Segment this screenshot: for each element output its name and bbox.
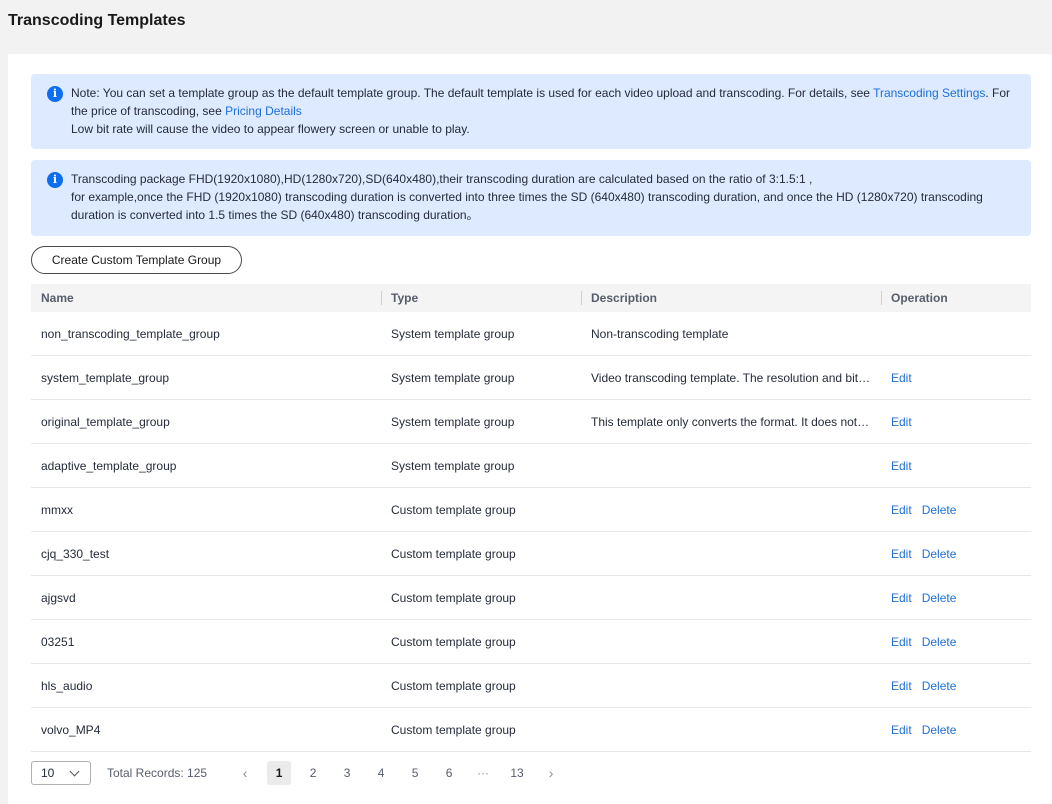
page-button-last[interactable]: 13 — [505, 761, 529, 785]
column-header-description: Description — [581, 284, 881, 312]
next-page-icon[interactable]: › — [539, 761, 563, 785]
cell-operation: Edit Delete — [881, 591, 1031, 605]
pagination: 10 Total Records: 125 ‹ 123456 ··· 13 › — [31, 761, 1031, 785]
table-row: non_transcoding_template_group System tem… — [31, 312, 1031, 356]
edit-link[interactable]: Edit — [891, 547, 912, 561]
cell-name: cjq_330_test — [41, 546, 110, 561]
edit-link[interactable]: Edit — [891, 371, 912, 385]
column-header-name: Name — [41, 291, 74, 305]
page-button-2[interactable]: 2 — [301, 761, 325, 785]
table-header: Name Type Description Operation — [31, 284, 1031, 312]
notice-line-low-bitrate: Low bit rate will cause the video to app… — [71, 122, 470, 136]
cell-type: Custom template group — [391, 722, 516, 737]
page-numbers: 123456 — [267, 761, 471, 785]
delete-link[interactable]: Delete — [922, 679, 957, 693]
transcoding-settings-link[interactable]: Transcoding Settings — [873, 86, 985, 100]
cell-type: System template group — [391, 326, 515, 341]
notice-line-example: for example,once the FHD (1920x1080) tra… — [71, 190, 983, 222]
info-icon: i — [47, 172, 63, 188]
cell-type: Custom template group — [391, 502, 516, 517]
cell-name: system_template_group — [41, 370, 170, 385]
table-body: non_transcoding_template_group System tem… — [31, 312, 1031, 752]
pagination-ellipsis: ··· — [477, 766, 490, 780]
page-size-value: 10 — [41, 766, 55, 780]
column-header-operation: Operation — [881, 284, 1031, 312]
create-custom-template-group-button[interactable]: Create Custom Template Group — [31, 246, 242, 274]
table-row: system_template_group System template gro… — [31, 356, 1031, 400]
edit-link[interactable]: Edit — [891, 635, 912, 649]
notice-text-a: Note: You can set a template group as th… — [71, 86, 874, 100]
table-row: 03251 Custom template group Edit Delete — [31, 620, 1031, 664]
cell-type: Custom template group — [391, 590, 516, 605]
default-template-notice: i Note: You can set a template group as … — [31, 74, 1031, 149]
column-header-type: Type — [381, 284, 581, 312]
notice-line-ratio: Transcoding package FHD(1920x1080),HD(12… — [71, 172, 813, 186]
page-button-3[interactable]: 3 — [335, 761, 359, 785]
table-row: original_template_group System template g… — [31, 400, 1031, 444]
page-list: ‹ 123456 ··· 13 › — [233, 761, 573, 785]
cell-name: 03251 — [41, 634, 75, 649]
page-size-select[interactable]: 10 — [31, 761, 91, 785]
edit-link[interactable]: Edit — [891, 723, 912, 737]
page-button-1[interactable]: 1 — [267, 761, 292, 785]
page-button-5[interactable]: 5 — [403, 761, 427, 785]
table-row: volvo_MP4 Custom template group Edit Delete — [31, 708, 1031, 752]
edit-link[interactable]: Edit — [891, 503, 912, 517]
cell-name: ajgsvd — [41, 590, 76, 605]
cell-name: original_template_group — [41, 414, 170, 429]
delete-link[interactable]: Delete — [922, 723, 957, 737]
cell-name: non_transcoding_template_group — [41, 326, 220, 341]
info-icon: i — [47, 86, 63, 102]
table-row: ajgsvd Custom template group Edit Delete — [31, 576, 1031, 620]
cell-operation: Edit — [881, 415, 1031, 429]
cell-type: Custom template group — [391, 546, 516, 561]
table-row: cjq_330_test Custom template group Edit Del… — [31, 532, 1031, 576]
cell-operation: Edit — [881, 459, 1031, 473]
chevron-down-icon — [69, 766, 80, 777]
template-groups-table: Name Type Description Operation non_tran… — [31, 284, 1031, 752]
edit-link[interactable]: Edit — [891, 459, 912, 473]
cell-name: adaptive_template_group — [41, 458, 177, 473]
page-button-4[interactable]: 4 — [369, 761, 393, 785]
cell-operation: Edit Delete — [881, 723, 1031, 737]
transcoding-package-notice: i Transcoding package FHD(1920x1080),HD(… — [31, 160, 1031, 236]
cell-name: volvo_MP4 — [41, 722, 101, 737]
cell-description: Video transcoding template. The resoluti… — [591, 370, 881, 385]
total-records: Total Records: 125 — [107, 766, 208, 780]
cell-operation: Edit Delete — [881, 679, 1031, 693]
cell-description: This template only converts the format. … — [591, 414, 881, 429]
page-title: Transcoding Templates — [8, 12, 186, 29]
cell-name: hls_audio — [41, 678, 93, 693]
delete-link[interactable]: Delete — [922, 591, 957, 605]
content-card: i Note: You can set a template group as … — [8, 54, 1052, 804]
cell-description: Non-transcoding template — [591, 326, 729, 341]
cell-type: System template group — [391, 458, 515, 473]
cell-name: mmxx — [41, 502, 73, 517]
table-row: hls_audio Custom template group Edit Delete — [31, 664, 1031, 708]
table-row: adaptive_template_group System template g… — [31, 444, 1031, 488]
table-row: mmxx Custom template group Edit Delete — [31, 488, 1031, 532]
edit-link[interactable]: Edit — [891, 415, 912, 429]
cell-operation: Edit Delete — [881, 547, 1031, 561]
cell-type: Custom template group — [391, 678, 516, 693]
edit-link[interactable]: Edit — [891, 679, 912, 693]
delete-link[interactable]: Delete — [922, 503, 957, 517]
notice-text: Note: You can set a template group as th… — [71, 84, 1015, 120]
prev-page-icon[interactable]: ‹ — [233, 761, 257, 785]
cell-operation: Edit Delete — [881, 635, 1031, 649]
cell-operation: Edit — [881, 371, 1031, 385]
cell-type: System template group — [391, 370, 515, 385]
pricing-details-link[interactable]: Pricing Details — [225, 104, 302, 118]
cell-type: Custom template group — [391, 634, 516, 649]
cell-type: System template group — [391, 414, 515, 429]
page-button-6[interactable]: 6 — [437, 761, 461, 785]
edit-link[interactable]: Edit — [891, 591, 912, 605]
delete-link[interactable]: Delete — [922, 547, 957, 561]
delete-link[interactable]: Delete — [922, 635, 957, 649]
cell-operation: Edit Delete — [881, 503, 1031, 517]
